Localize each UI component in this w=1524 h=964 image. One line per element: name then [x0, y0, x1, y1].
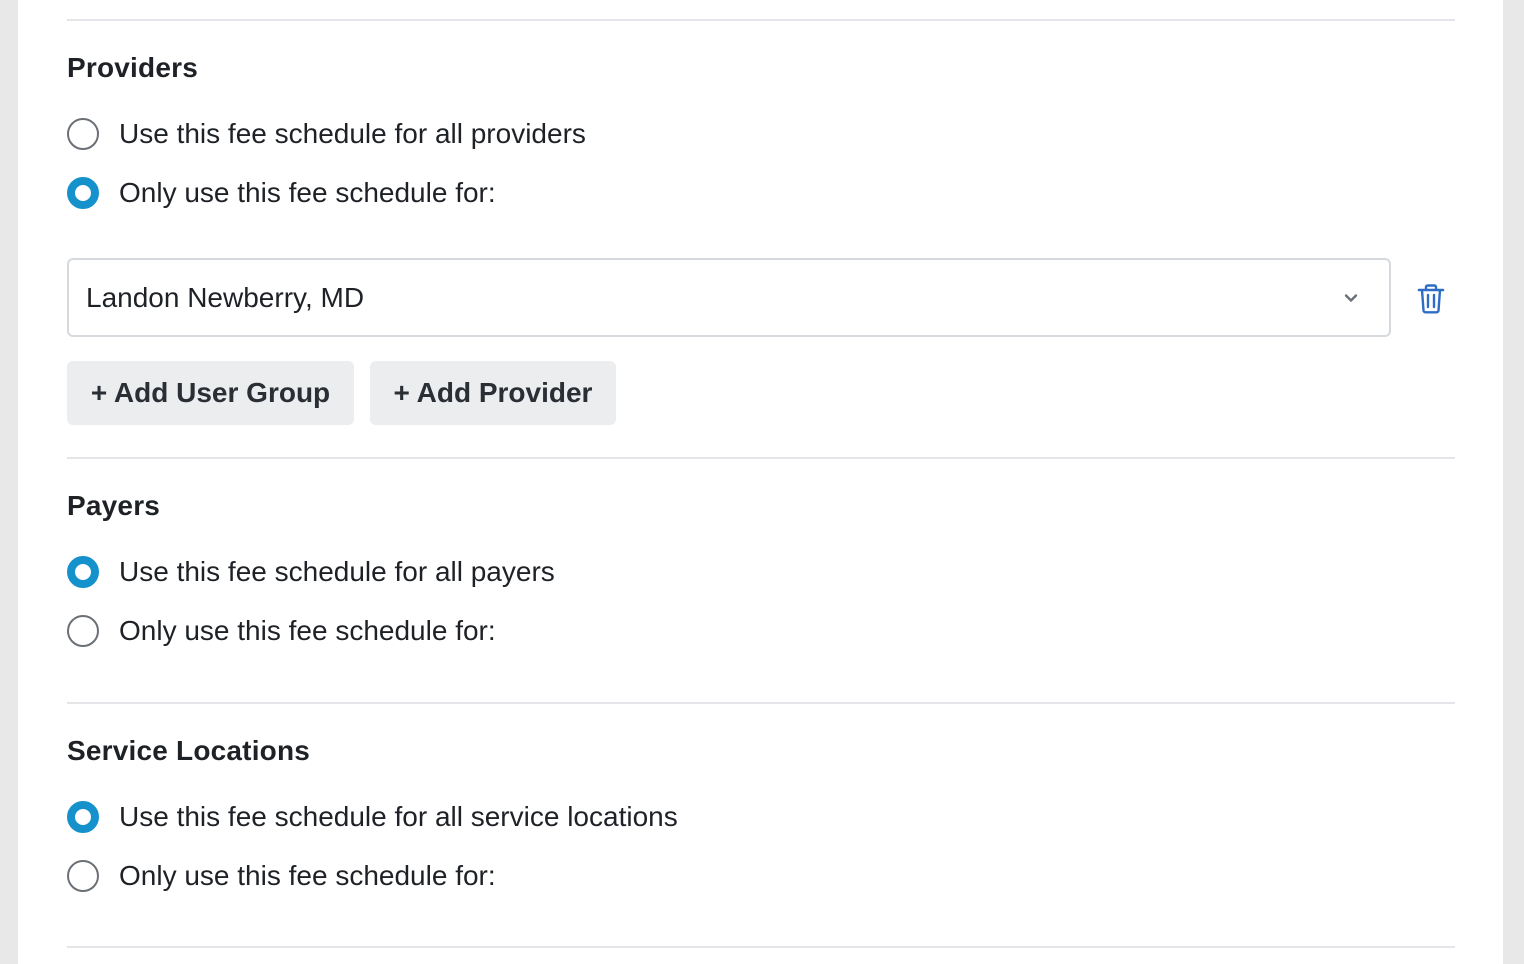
fee-schedule-settings-panel: Providers Use this fee schedule for all … — [18, 0, 1503, 964]
add-provider-button[interactable]: + Add Provider — [370, 361, 616, 425]
radio-button-checked[interactable] — [67, 801, 99, 833]
service-locations-radio-only[interactable]: Only use this fee schedule for: — [67, 859, 496, 893]
provider-select[interactable]: Landon Newberry, MD — [67, 258, 1391, 337]
radio-button[interactable] — [67, 118, 99, 150]
radio-label: Use this fee schedule for all service lo… — [119, 801, 678, 832]
divider — [67, 457, 1455, 459]
providers-section-title: Providers — [67, 52, 198, 83]
radio-label: Only use this fee schedule for: — [119, 860, 496, 891]
divider — [67, 19, 1455, 21]
radio-button-checked[interactable] — [67, 556, 99, 588]
trash-icon[interactable] — [1411, 279, 1451, 319]
radio-label: Only use this fee schedule for: — [119, 177, 496, 208]
radio-label: Only use this fee schedule for: — [119, 615, 496, 646]
payers-section-title: Payers — [67, 490, 161, 521]
radio-button-checked[interactable] — [67, 177, 99, 209]
divider — [67, 702, 1455, 704]
radio-label: Use this fee schedule for all providers — [119, 118, 586, 149]
service-locations-radio-all[interactable]: Use this fee schedule for all service lo… — [67, 800, 678, 834]
service-locations-section-title: Service Locations — [67, 735, 311, 766]
providers-radio-only[interactable]: Only use this fee schedule for: — [67, 176, 496, 210]
provider-select-value: Landon Newberry, MD — [86, 281, 365, 313]
radio-button[interactable] — [67, 860, 99, 892]
radio-label: Use this fee schedule for all payers — [119, 556, 555, 587]
payers-radio-only[interactable]: Only use this fee schedule for: — [67, 614, 496, 648]
payers-radio-all[interactable]: Use this fee schedule for all payers — [67, 555, 555, 589]
providers-radio-all[interactable]: Use this fee schedule for all providers — [67, 117, 586, 151]
radio-button[interactable] — [67, 615, 99, 647]
chevron-down-icon — [1331, 278, 1371, 318]
divider — [67, 946, 1455, 948]
add-user-group-button[interactable]: + Add User Group — [67, 361, 354, 425]
